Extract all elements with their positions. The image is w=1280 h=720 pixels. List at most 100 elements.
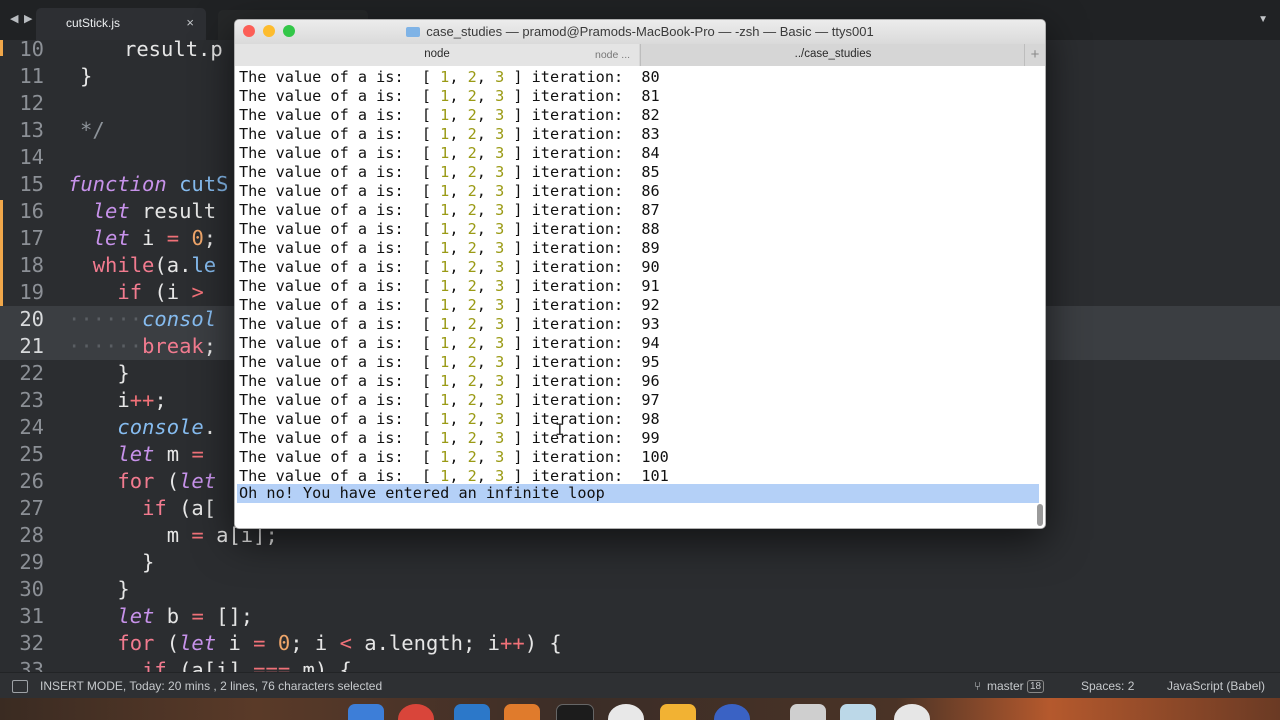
code-text: let result <box>92 199 217 223</box>
chrome-dock-icon[interactable] <box>398 704 434 720</box>
back-arrow-icon[interactable]: ◀ <box>10 12 18 25</box>
output-line: The value of a is: [ 1, 2, 3 ] iteration… <box>239 106 660 124</box>
terminal-output[interactable]: The value of a is: [ 1, 2, 3 ] iteration… <box>235 66 1045 528</box>
line-number[interactable]: 33 <box>0 657 44 672</box>
code-text: result.p <box>124 40 223 61</box>
output-line: The value of a is: [ 1, 2, 3 ] iteration… <box>239 144 660 162</box>
code-line[interactable]: 33 if (a[i] === m) { <box>0 657 1280 672</box>
output-line: The value of a is: [ 1, 2, 3 ] iteration… <box>239 448 669 466</box>
code-text: i++; <box>68 388 167 412</box>
terminal-title: case_studies — pramod@Pramods-MacBook-Pr… <box>235 24 1045 39</box>
line-number[interactable]: 22 <box>0 360 44 387</box>
terminal-tab-node[interactable]: node node ... <box>235 44 639 66</box>
new-tab-button[interactable]: + <box>1024 44 1045 66</box>
line-number[interactable]: 23 <box>0 387 44 414</box>
output-line: The value of a is: [ 1, 2, 3 ] iteration… <box>239 201 660 219</box>
forward-arrow-icon[interactable]: ▶ <box>24 12 32 25</box>
line-number[interactable]: 15 <box>0 171 44 198</box>
code-text: function cutS <box>68 172 229 196</box>
code-text: } <box>68 577 130 601</box>
code-text: if (i > <box>117 280 204 304</box>
app-dock-icon[interactable] <box>660 704 696 720</box>
code-line[interactable]: 31 let b = []; <box>0 603 1280 630</box>
code-text: } <box>80 64 93 88</box>
line-number[interactable]: 14 <box>0 144 44 171</box>
code-text: while(a.le <box>92 253 217 277</box>
dock <box>0 698 1280 720</box>
code-text: ······consol <box>68 307 217 331</box>
line-number[interactable]: 25 <box>0 441 44 468</box>
text-cursor-icon: I <box>555 420 565 439</box>
line-number[interactable]: 13 <box>0 117 44 144</box>
line-number[interactable]: 17 <box>0 225 44 252</box>
output-line: The value of a is: [ 1, 2, 3 ] iteration… <box>239 334 660 352</box>
vscode-dock-icon[interactable] <box>454 704 490 720</box>
close-icon[interactable]: × <box>186 15 194 30</box>
output-line: The value of a is: [ 1, 2, 3 ] iteration… <box>239 258 660 276</box>
output-line: The value of a is: [ 1, 2, 3 ] iteration… <box>239 410 660 428</box>
output-line: The value of a is: [ 1, 2, 3 ] iteration… <box>239 182 660 200</box>
tab-label: cutStick.js <box>66 16 121 30</box>
folder-icon <box>406 27 421 37</box>
code-text: for (let i = 0; i < a.length; i++) { <box>117 631 562 655</box>
error-message: Oh no! You have entered an infinite loop <box>239 484 605 502</box>
code-line[interactable]: 32 for (let i = 0; i < a.length; i++) { <box>0 630 1280 657</box>
status-mode-text: INSERT MODE, Today: 20 mins , 2 lines, 7… <box>40 679 383 693</box>
tab-process-label: node ... <box>595 49 631 61</box>
line-number[interactable]: 24 <box>0 414 44 441</box>
output-line: The value of a is: [ 1, 2, 3 ] iteration… <box>239 68 660 86</box>
terminal-dock-icon[interactable] <box>556 704 594 720</box>
line-number[interactable]: 18 <box>0 252 44 279</box>
terminal-tab-bar: node node ... ../case_studies + <box>235 44 1045 67</box>
code-text: if (a[i] === m) { <box>142 658 352 672</box>
line-number[interactable]: 19 <box>0 279 44 306</box>
output-line: The value of a is: [ 1, 2, 3 ] iteration… <box>239 429 660 447</box>
git-branch[interactable]: master <box>987 679 1024 693</box>
output-line: The value of a is: [ 1, 2, 3 ] iteration… <box>239 163 660 181</box>
panel-toggle-icon[interactable] <box>12 680 28 693</box>
sublime-dock-icon[interactable] <box>504 704 540 720</box>
indentation-setting[interactable]: Spaces: 2 <box>1081 679 1134 693</box>
scrollbar[interactable] <box>1037 504 1043 526</box>
line-number[interactable]: 27 <box>0 495 44 522</box>
terminal-titlebar[interactable]: case_studies — pramod@Pramods-MacBook-Pr… <box>235 20 1045 45</box>
code-line[interactable]: 29 } <box>0 549 1280 576</box>
app-dock-icon[interactable] <box>840 704 876 720</box>
line-number[interactable]: 12 <box>0 90 44 117</box>
output-line: The value of a is: [ 1, 2, 3 ] iteration… <box>239 315 660 333</box>
status-bar: INSERT MODE, Today: 20 mins , 2 lines, 7… <box>0 672 1280 699</box>
output-line: The value of a is: [ 1, 2, 3 ] iteration… <box>239 87 660 105</box>
line-number[interactable]: 20 <box>0 306 44 333</box>
git-branch-icon: ⑂ <box>974 679 982 693</box>
line-number[interactable]: 28 <box>0 522 44 549</box>
line-number[interactable]: 21 <box>0 333 44 360</box>
tab-cutstick-js[interactable]: cutStick.js × <box>36 8 206 40</box>
app-dock-icon[interactable] <box>790 704 826 720</box>
terminal-tab-case-studies[interactable]: ../case_studies <box>640 44 1025 66</box>
code-text: for (let <box>117 469 217 493</box>
line-number[interactable]: 29 <box>0 549 44 576</box>
code-text: console. <box>117 415 217 439</box>
git-change-count: 18 <box>1027 680 1045 693</box>
slack-dock-icon[interactable] <box>608 704 644 720</box>
terminal-window[interactable]: case_studies — pramod@Pramods-MacBook-Pr… <box>234 19 1046 529</box>
line-number[interactable]: 11 <box>0 63 44 90</box>
line-number[interactable]: 26 <box>0 468 44 495</box>
app-dock-icon[interactable] <box>894 704 930 720</box>
tab-label: node <box>424 48 450 60</box>
line-number[interactable]: 30 <box>0 576 44 603</box>
line-number[interactable]: 31 <box>0 603 44 630</box>
chevron-down-icon[interactable]: ▼ <box>1258 14 1268 25</box>
app-dock-icon[interactable] <box>714 704 750 720</box>
tab-label: ../case_studies <box>794 48 872 60</box>
finder-dock-icon[interactable] <box>348 704 384 720</box>
code-line[interactable]: 30 } <box>0 576 1280 603</box>
line-number[interactable]: 32 <box>0 630 44 657</box>
code-text: let i = 0; <box>92 226 217 250</box>
line-number[interactable]: 10 <box>0 40 44 63</box>
line-number[interactable]: 16 <box>0 198 44 225</box>
code-text: if (a[ <box>142 496 217 520</box>
syntax-mode[interactable]: JavaScript (Babel) <box>1167 679 1265 693</box>
code-text: */ <box>80 118 105 142</box>
output-line: The value of a is: [ 1, 2, 3 ] iteration… <box>239 277 660 295</box>
